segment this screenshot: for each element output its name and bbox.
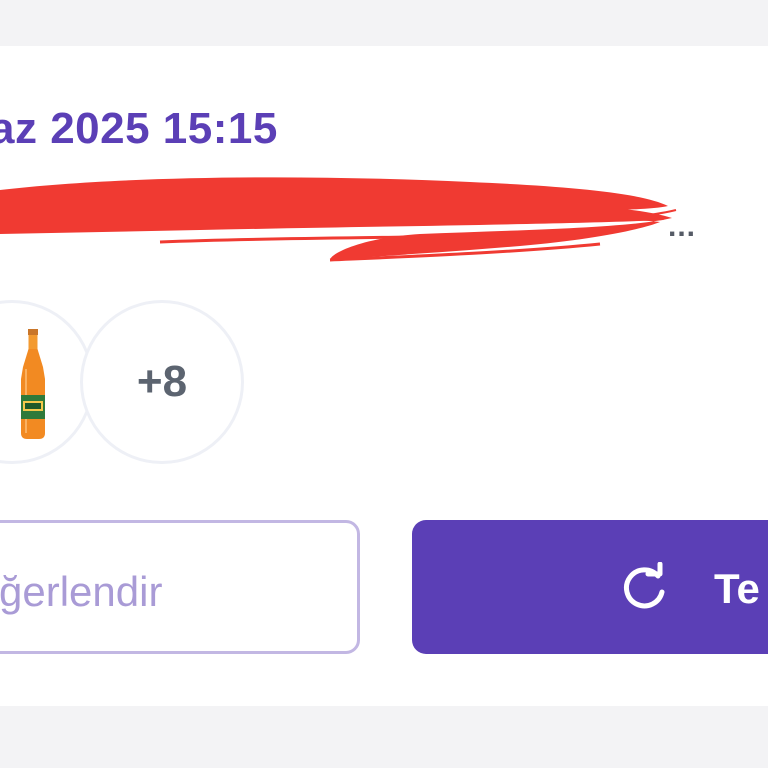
rate-order-label: ğerlendir <box>0 568 163 615</box>
delivery-address: ... <box>0 172 720 272</box>
more-items-badge[interactable]: +8 <box>80 300 244 464</box>
orange-soda-bottle-icon <box>21 329 45 439</box>
order-history-screen: az 2025 15:15 ... +8 ğerlendir Te <box>0 0 768 768</box>
order-date-time: az 2025 15:15 <box>0 104 278 153</box>
rate-order-button[interactable]: ğerlendir <box>0 520 360 654</box>
address-redaction-scribble <box>0 177 677 262</box>
more-items-count: +8 <box>136 357 188 406</box>
reorder-label: Te <box>714 565 760 612</box>
refresh-icon <box>624 562 665 609</box>
reorder-button[interactable]: Te <box>412 520 768 654</box>
address-ellipsis: ... <box>668 210 697 243</box>
